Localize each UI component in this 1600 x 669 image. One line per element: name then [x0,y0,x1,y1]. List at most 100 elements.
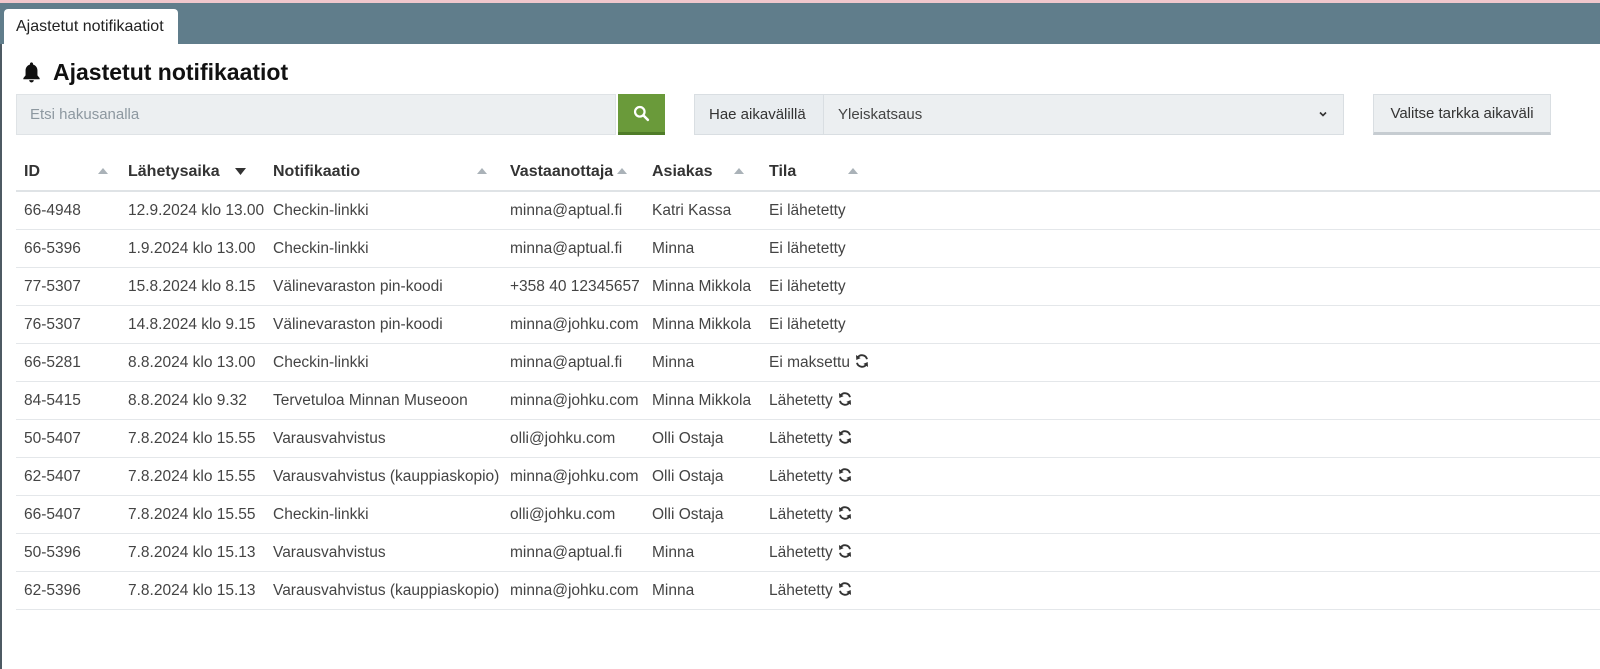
status-text: Lähetetty [769,544,833,561]
cell-notification: Välinevaraston pin-koodi [265,305,502,344]
search-field [16,94,616,135]
exact-range-button[interactable]: Valitse tarkka aikaväli [1373,94,1551,135]
table-row: 66-5396 1.9.2024 klo 13.00 Checkin-linkki m… [16,229,1600,268]
column-header-customer[interactable]: Asiakas [644,153,761,192]
table-row: 66-4948 12.9.2024 klo 13.00 Checkin-linkki… [16,191,1600,230]
cell-notification: Checkin-linkki [265,343,502,382]
cell-id: 84-5415 [16,381,120,420]
cell-notification: Checkin-linkki [265,229,502,268]
table-row: 50-5396 7.8.2024 klo 15.13 Varausvahvistus… [16,533,1600,572]
cell-sent-time: 1.9.2024 klo 13.00 [120,229,265,268]
cell-recipient: olli@johku.com [502,495,644,534]
cell-notification: Varausvahvistus [265,419,502,458]
cell-status: Lähetetty [761,571,1600,610]
cell-id: 62-5407 [16,457,120,496]
status-text: Lähetetty [769,582,833,599]
table-row: 66-5281 8.8.2024 klo 13.00 Checkin-linkki m… [16,343,1600,382]
cell-recipient: minna@aptual.fi [502,229,644,268]
sort-up-icon [734,168,744,174]
column-header-label: ID [24,162,40,180]
cell-customer: Minna Mikkola [644,381,761,420]
cell-recipient: minna@johku.com [502,457,644,496]
refresh-icon[interactable] [837,543,853,559]
column-header-label: Vastaanottaja [510,162,614,180]
cell-sent-time: 12.9.2024 klo 13.00 [120,191,265,230]
cell-id: 66-4948 [16,191,120,230]
refresh-icon[interactable] [837,581,853,597]
cell-sent-time: 7.8.2024 klo 15.55 [120,419,265,458]
search-button[interactable] [618,94,665,135]
column-header-label: Lähetysaika [128,162,220,180]
status-text: Ei lähetetty [769,277,846,295]
cell-id: 77-5307 [16,267,120,306]
refresh-icon[interactable] [837,391,853,407]
cell-notification: Varausvahvistus (kauppiaskopio) [265,571,502,610]
table-row: 62-5407 7.8.2024 klo 15.55 Varausvahvistus… [16,457,1600,496]
status-text: Lähetetty [769,392,833,409]
column-header-status[interactable]: Tila [761,153,1600,192]
range-select[interactable]: Yleiskatsaus [824,94,1344,135]
column-header-recipient[interactable]: Vastaanottaja [502,153,644,192]
table-row: 66-5407 7.8.2024 klo 15.55 Checkin-linkki o… [16,495,1600,534]
search-input[interactable] [17,95,615,134]
sort-up-icon [617,168,627,174]
cell-status: Lähetetty [761,419,1600,458]
tab-scheduled-notifications[interactable]: Ajastetut notifikaatiot [4,9,178,44]
column-header-label: Notifikaatio [273,162,361,180]
status-text: Lähetetty [769,430,833,447]
cell-sent-time: 7.8.2024 klo 15.13 [120,533,265,572]
cell-recipient: olli@johku.com [502,419,644,458]
column-header-id[interactable]: ID [16,153,120,192]
bell-icon [23,62,40,83]
cell-recipient: minna@johku.com [502,381,644,420]
left-edge [0,44,2,669]
sort-up-icon [848,168,858,174]
refresh-icon[interactable] [837,429,853,445]
notifications-table: ID Lähetysaika Notifikaatio Vastaanottaj… [16,153,1600,610]
refresh-icon[interactable] [837,505,853,521]
cell-customer: Olli Ostaja [644,495,761,534]
sort-up-icon [98,168,108,174]
cell-customer: Minna [644,571,761,610]
cell-recipient: minna@aptual.fi [502,343,644,382]
cell-sent-time: 7.8.2024 klo 15.55 [120,495,265,534]
cell-notification: Checkin-linkki [265,495,502,534]
column-header-sent-time[interactable]: Lähetysaika [120,153,265,192]
cell-customer: Katri Kassa [644,191,761,230]
range-label: Hae aikavälillä [694,94,824,135]
cell-notification: Checkin-linkki [265,191,502,230]
cell-recipient: minna@aptual.fi [502,533,644,572]
cell-notification: Välinevaraston pin-koodi [265,267,502,306]
search-icon [633,105,650,121]
cell-status: Lähetetty [761,495,1600,534]
tab-bar: Ajastetut notifikaatiot [0,3,1600,44]
cell-status: Ei lähetetty [761,305,1600,344]
cell-notification: Varausvahvistus (kauppiaskopio) [265,457,502,496]
cell-sent-time: 15.8.2024 klo 8.15 [120,267,265,306]
cell-sent-time: 8.8.2024 klo 13.00 [120,343,265,382]
sort-up-icon [477,168,487,174]
cell-id: 62-5396 [16,571,120,610]
cell-customer: Minna Mikkola [644,305,761,344]
refresh-icon[interactable] [854,353,870,369]
status-text: Lähetetty [769,506,833,523]
sort-down-icon [235,168,246,175]
cell-customer: Minna [644,229,761,268]
cell-id: 66-5407 [16,495,120,534]
status-text: Ei lähetetty [769,201,846,219]
cell-status: Ei lähetetty [761,267,1600,306]
cell-id: 66-5396 [16,229,120,268]
cell-customer: Minna Mikkola [644,267,761,306]
column-header-label: Asiakas [652,162,713,180]
column-header-notification[interactable]: Notifikaatio [265,153,502,192]
cell-customer: Minna [644,343,761,382]
cell-status: Lähetetty [761,457,1600,496]
table-row: 50-5407 7.8.2024 klo 15.55 Varausvahvistus… [16,419,1600,458]
cell-sent-time: 7.8.2024 klo 15.13 [120,571,265,610]
refresh-icon[interactable] [837,467,853,483]
status-text: Lähetetty [769,468,833,485]
page-title: Ajastetut notifikaatiot [20,56,288,88]
cell-notification: Varausvahvistus [265,533,502,572]
table-row: 62-5396 7.8.2024 klo 15.13 Varausvahvistus… [16,571,1600,610]
cell-sent-time: 8.8.2024 klo 9.32 [120,381,265,420]
